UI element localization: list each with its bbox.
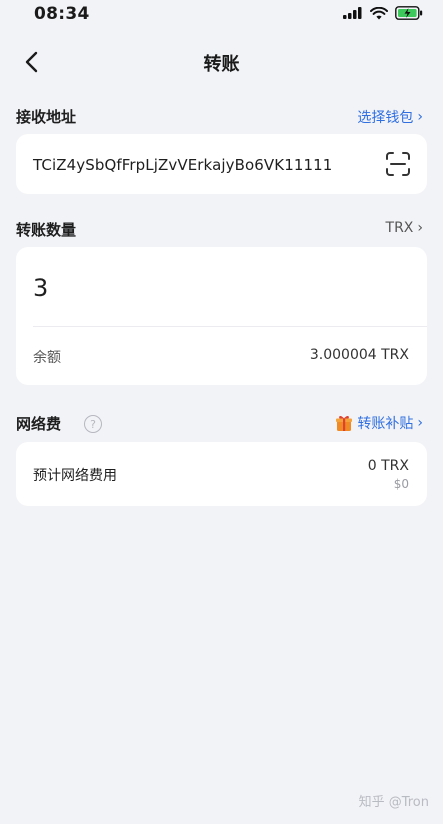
transfer-subsidy-label: 转账补贴 [357, 416, 414, 432]
wifi-icon [370, 6, 388, 19]
address-card[interactable]: TCiZ4ySbQfFrpLjZvVErkajyBo6VK11111 [16, 134, 427, 194]
signal-icon [343, 7, 362, 19]
help-icon[interactable]: ? [84, 415, 102, 433]
balance-value: 3.000004 TRX [309, 347, 409, 363]
page-title: 转账 [203, 54, 240, 75]
network-fee-label: 网络费 [16, 415, 62, 433]
network-fee-header: 网络费 ? [16, 413, 102, 434]
estimated-fee-usd: $0 [393, 477, 409, 491]
token-label: TRX [385, 220, 414, 236]
fee-card: 预计网络费用 0 TRX $0 [16, 442, 427, 506]
address-field[interactable]: TCiZ4ySbQfFrpLjZvVErkajyBo6VK11111 [33, 156, 332, 174]
amount-card: 余额 3.000004 TRX [16, 247, 427, 385]
select-wallet-link[interactable]: 选择钱包 › [357, 107, 423, 127]
chevron-right-icon: › [417, 415, 423, 431]
transfer-subsidy-link[interactable]: 转账补贴 › [335, 413, 423, 433]
balance-label: 余额 [33, 350, 61, 366]
amount-label: 转账数量 [16, 221, 77, 239]
battery-charging-icon [395, 6, 423, 20]
estimated-fee-label: 预计网络费用 [33, 468, 117, 484]
gift-icon [336, 416, 353, 431]
amount-input[interactable] [33, 274, 403, 302]
recipient-label: 接收地址 [16, 108, 77, 126]
status-icons [343, 6, 423, 20]
divider [33, 326, 427, 327]
scan-qr-icon [386, 152, 410, 176]
status-bar: 08:34 [0, 0, 443, 30]
chevron-right-icon: › [417, 109, 423, 125]
status-time: 08:34 [34, 4, 90, 24]
scan-button[interactable] [385, 151, 411, 177]
chevron-right-icon: › [417, 220, 423, 236]
watermark: 知乎 @Tron [358, 795, 429, 810]
select-wallet-label: 选择钱包 [357, 110, 414, 126]
estimated-fee-trx: 0 TRX [367, 458, 409, 474]
nav-bar: 转账 [0, 40, 443, 84]
token-selector[interactable]: TRX › [386, 220, 423, 236]
